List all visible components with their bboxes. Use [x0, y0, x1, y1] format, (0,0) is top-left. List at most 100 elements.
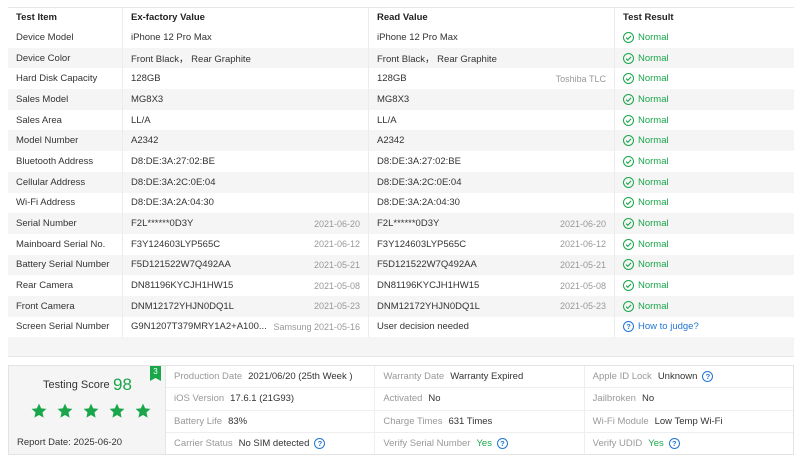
read-value-cell: User decision needed: [368, 316, 614, 338]
ex-factory-subinfo: 2021-05-23: [313, 301, 360, 312]
ex-factory-value: Front Black， Rear Graphite: [131, 54, 251, 66]
table-row: Sales Area LL/A LL/A Normal: [8, 109, 794, 131]
help-icon[interactable]: ?: [702, 371, 714, 383]
read-subinfo: Toshiba TLC: [555, 73, 606, 84]
ex-factory-cell: D8:DE:3A:2C:0E:04: [122, 171, 368, 193]
star-rating: [31, 403, 151, 419]
star-icon: [135, 403, 151, 418]
help-icon[interactable]: ?: [668, 437, 680, 449]
ex-factory-value: DN81196KYCJH1HW15: [131, 280, 234, 292]
summary-field: Battery Life 83%: [166, 411, 375, 433]
summary-field: Production Date 2021/06/20 (25th Week ): [166, 366, 375, 389]
test-results-table: Test Item Ex-factory Value Read Value Te…: [8, 7, 794, 358]
table-row: Wi-Fi Address D8:DE:3A:2A:04:30 D8:DE:3A:2…: [8, 192, 794, 214]
field-label: Jailbroken: [592, 393, 636, 405]
ex-factory-cell: G9N1207T379MRY1A2+A100... Samsung 2021-05…: [122, 316, 368, 338]
help-icon[interactable]: ?: [314, 437, 326, 449]
read-value: F5D121522W7Q492AA: [377, 259, 477, 271]
read-value: iPhone 12 Pro Max: [377, 31, 458, 43]
testing-score-label: Testing Score: [43, 379, 110, 391]
field-value: No: [428, 393, 441, 405]
read-value: DNM12172YHJN0DQ1L: [377, 300, 480, 312]
test-result-cell: Normal: [614, 192, 794, 214]
result-text: Normal: [638, 155, 669, 167]
test-item-label: Device Color: [16, 52, 71, 64]
check-circle-icon: [623, 259, 634, 271]
ex-factory-cell: F3Y124603LYP565C 2021-06-12: [122, 233, 368, 255]
ex-factory-cell: Front Black， Rear Graphite: [122, 47, 368, 69]
ex-factory-value: DNM12172YHJN0DQ1L: [131, 300, 234, 312]
question-circle-icon[interactable]: ?: [623, 321, 634, 333]
read-value-cell: F3Y124603LYP565C 2021-06-12: [368, 233, 614, 255]
table-header: Test Item Ex-factory Value Read Value Te…: [8, 8, 794, 27]
summary-column: Production Date 2021/06/20 (25th Week ) iO…: [166, 366, 376, 454]
read-value: D8:DE:3A:27:02:BE: [377, 155, 461, 167]
read-value-cell: F2L******0D3Y 2021-06-20: [368, 213, 614, 234]
field-label: Charge Times: [383, 415, 443, 427]
help-icon[interactable]: ?: [496, 437, 508, 449]
field-value: 631 Times: [448, 415, 493, 427]
check-circle-icon: [623, 300, 634, 312]
read-value: User decision needed: [377, 321, 469, 333]
how-to-judge-link[interactable]: How to judge?: [638, 321, 699, 332]
table-row: Sales Model MG8X3 MG8X3 Normal: [8, 89, 794, 110]
read-value: D8:DE:3A:2A:04:30: [377, 197, 460, 209]
score-box: Testing Score 98 3 Report Date: 2025-06-…: [9, 366, 166, 454]
table-row: Screen Serial Number G9N1207T379MRY1A2+A1…: [8, 316, 794, 338]
field-label: Apple ID Lock: [592, 371, 652, 383]
read-subinfo: 2021-05-23: [559, 301, 606, 312]
field-value: Yes: [648, 437, 664, 449]
test-result-cell: Normal: [614, 47, 794, 69]
test-result-cell: Normal: [614, 295, 794, 317]
test-item-label: Device Model: [16, 31, 74, 43]
report-date: Report Date: 2025-06-20: [17, 437, 123, 448]
test-result-cell: Normal: [614, 89, 794, 110]
ex-factory-cell: 128GB: [122, 68, 368, 90]
table-row: Mainboard Serial No. F3Y124603LYP565C 2021…: [8, 233, 794, 255]
result-text: Normal: [638, 135, 669, 147]
table-row: Cellular Address D8:DE:3A:2C:0E:04 D8:DE:3…: [8, 171, 794, 193]
check-circle-icon: [623, 135, 634, 147]
test-result-cell: Normal: [614, 27, 794, 48]
result-text: Normal: [638, 218, 669, 230]
test-item-label: Rear Camera: [16, 280, 74, 292]
summary-column: Apple ID Lock Unknown? Jailbroken No Wi-Fi M…: [584, 366, 793, 454]
field-value: 17.6.1 (21G93): [230, 393, 295, 405]
summary-field: iOS Version 17.6.1 (21G93): [166, 388, 375, 411]
ex-factory-value: A2342: [131, 135, 159, 147]
ex-factory-cell: DNM12172YHJN0DQ1L 2021-05-23: [122, 295, 368, 317]
read-value-cell: iPhone 12 Pro Max: [368, 27, 614, 48]
result-text: Normal: [638, 73, 669, 85]
field-label: Production Date: [174, 371, 243, 383]
ex-factory-value: D8:DE:3A:2A:04:30: [131, 197, 214, 209]
read-subinfo: 2021-06-12: [559, 239, 606, 250]
check-circle-icon: [623, 176, 634, 188]
read-value-cell: A2342: [368, 130, 614, 152]
ex-factory-cell: MG8X3: [122, 89, 368, 110]
field-value: 2021/06/20 (25th Week ): [248, 371, 353, 383]
read-value: DN81196KYCJH1HW15: [377, 280, 480, 292]
ex-factory-subinfo: 2021-05-21: [313, 259, 360, 270]
test-result-cell: Normal: [614, 275, 794, 296]
check-circle-icon: [623, 31, 634, 43]
test-result-cell: ? How to judge?: [614, 316, 794, 338]
ex-factory-cell: D8:DE:3A:27:02:BE: [122, 151, 368, 172]
ex-factory-value: iPhone 12 Pro Max: [131, 31, 212, 43]
table-footer-spacer: [8, 337, 794, 358]
read-value-cell: F5D121522W7Q492AA 2021-05-21: [368, 254, 614, 276]
read-value-cell: D8:DE:3A:2A:04:30: [368, 192, 614, 214]
field-value: Yes: [476, 437, 492, 449]
table-row: Rear Camera DN81196KYCJH1HW15 2021-05-08 DN…: [8, 275, 794, 296]
result-text: Normal: [638, 31, 669, 43]
test-item-label: Sales Model: [16, 93, 69, 105]
result-text: Normal: [638, 93, 669, 105]
field-value: Unknown: [657, 371, 698, 383]
check-circle-icon: [623, 93, 634, 105]
summary-field: Wi-Fi Module Low Temp Wi-Fi: [584, 411, 793, 433]
check-circle-icon: [623, 197, 634, 209]
check-circle-icon: [623, 238, 634, 250]
read-value-cell: DN81196KYCJH1HW15 2021-05-08: [368, 275, 614, 296]
read-value: D8:DE:3A:2C:0E:04: [377, 176, 462, 188]
table-row: Device Model iPhone 12 Pro Max iPhone 12 P…: [8, 27, 794, 48]
read-value: 128GB: [377, 73, 407, 85]
